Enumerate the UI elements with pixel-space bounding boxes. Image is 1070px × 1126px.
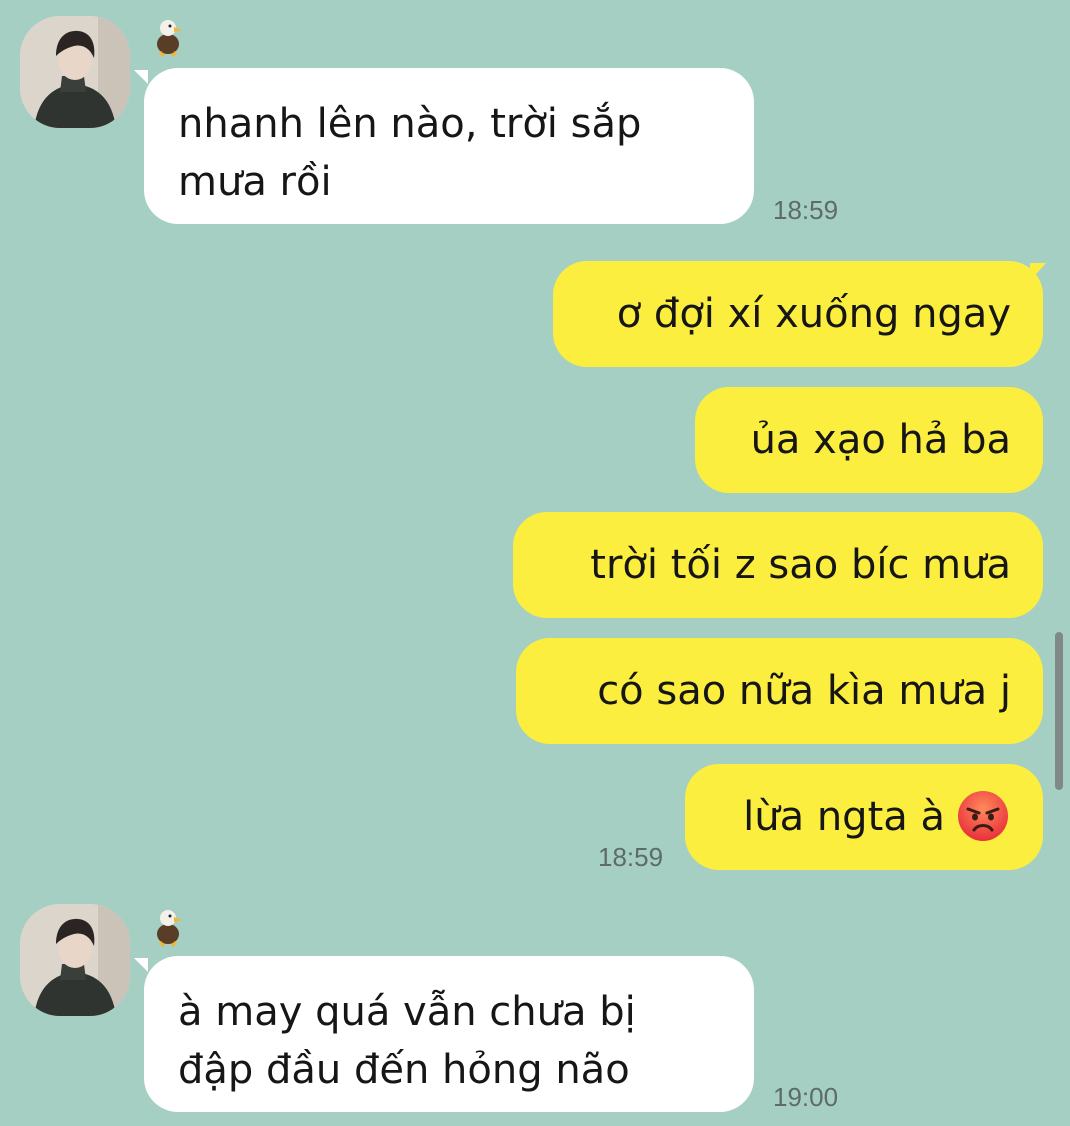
bubble-tail: [134, 958, 148, 972]
outgoing-message-bubble[interactable]: ủa xạo hả ba: [695, 387, 1043, 493]
incoming-message-bubble[interactable]: nhanh lên nào, trời sắp mưa rồi: [144, 68, 754, 224]
message-text-line: à may quá vẫn chưa bị: [178, 989, 636, 1035]
contact-avatar[interactable]: [20, 16, 130, 128]
message-timestamp: 19:00: [773, 1082, 839, 1112]
message-text-line: mưa rồi: [178, 159, 332, 205]
angry-face-icon: [958, 791, 1008, 841]
message-text: trời tối z sao bíc mưa: [590, 542, 1011, 588]
message-text: lừa ngta à: [743, 794, 945, 840]
outgoing-message-bubble[interactable]: có sao nữa kìa mưa j: [516, 638, 1043, 744]
message-text: ủa xạo hả ba: [750, 417, 1011, 463]
outgoing-message-bubble[interactable]: ơ đợi xí xuống ngay: [553, 261, 1043, 367]
message-text: ơ đợi xí xuống ngay: [616, 291, 1011, 337]
chat-window: nhanh lên nào, trời sắp mưa rồi 18:59 ơ …: [0, 0, 1070, 1126]
message-text: có sao nữa kìa mưa j: [597, 668, 1011, 714]
message-timestamp: 18:59: [773, 195, 839, 225]
scrollbar-thumb[interactable]: [1055, 632, 1063, 790]
outgoing-message-bubble[interactable]: trời tối z sao bíc mưa: [513, 512, 1043, 618]
eagle-icon: [157, 20, 182, 58]
eagle-icon: [157, 910, 182, 948]
message-timestamp: 18:59: [598, 842, 664, 872]
message-text-line: nhanh lên nào, trời sắp: [178, 101, 642, 147]
incoming-message-bubble[interactable]: à may quá vẫn chưa bị đập đầu đến hỏng n…: [144, 956, 754, 1112]
contact-avatar[interactable]: [20, 904, 130, 1016]
outgoing-message-bubble[interactable]: lừa ngta à: [685, 764, 1043, 870]
bubble-tail: [134, 70, 148, 84]
message-text-line: đập đầu đến hỏng não: [178, 1047, 630, 1093]
